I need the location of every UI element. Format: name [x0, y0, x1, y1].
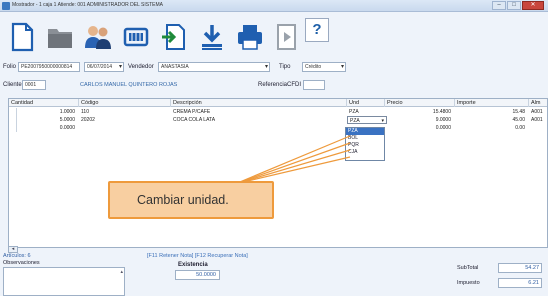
cell-und[interactable]: PZA	[347, 108, 383, 116]
cell-alm[interactable]	[529, 124, 547, 132]
tipo-label: Tipo	[279, 64, 291, 70]
cell-precio[interactable]: 15.4800	[385, 108, 453, 116]
vendedor-label: Vendedor	[128, 64, 154, 70]
cell-descripcion[interactable]	[171, 124, 345, 132]
grid-header: Cantidad Código Descripción Und Precio I…	[9, 99, 547, 107]
app-icon	[2, 2, 10, 10]
unit-option[interactable]: CJA	[346, 149, 384, 156]
cell-cantidad[interactable]: 1.0000	[17, 108, 77, 116]
printer-icon	[238, 25, 262, 50]
cell-codigo[interactable]: 20202	[79, 116, 169, 124]
referencia-input[interactable]	[303, 80, 325, 90]
table-row[interactable]: 0.0000 0.0000 0.00	[9, 124, 547, 132]
window-controls: – □ ✕	[492, 1, 544, 10]
import-icon	[162, 24, 185, 50]
cliente-input[interactable]: 0001	[22, 80, 46, 90]
import-button[interactable]	[158, 22, 190, 52]
cell-codigo[interactable]	[79, 124, 169, 132]
articles-count: Artículos: 6	[3, 253, 31, 259]
table-row[interactable]: 5.0000 20202 COCA COLA LATA PZA ▾ 9.0000…	[9, 116, 547, 124]
cell-cantidad[interactable]: 5.0000	[17, 116, 77, 124]
cell-importe[interactable]: 15.48	[455, 108, 527, 116]
vendedor-select[interactable]: ANASTASIA	[158, 62, 270, 72]
maximize-button[interactable]: □	[507, 1, 521, 10]
date-picker[interactable]: 06/07/2014	[84, 62, 124, 72]
window-title: Mostrador - 1 caja 1 Atiende: 001 ADMINI…	[12, 2, 163, 8]
toolbar: ?	[0, 12, 548, 58]
observaciones-textarea[interactable]	[3, 267, 125, 296]
cell-precio[interactable]: 0.0000	[385, 124, 453, 132]
download-button[interactable]	[196, 22, 228, 52]
people-icon	[85, 26, 111, 49]
col-descripcion[interactable]: Descripción	[171, 99, 347, 107]
items-grid: Cantidad Código Descripción Und Precio I…	[8, 98, 548, 248]
cliente-label: Cliente	[3, 82, 22, 88]
cell-cantidad[interactable]: 0.0000	[17, 124, 77, 132]
existencia-value: 50.0000	[175, 270, 220, 280]
unit-option[interactable]: PZA	[346, 128, 384, 135]
minimize-button[interactable]: –	[492, 1, 506, 10]
print-button[interactable]	[234, 22, 266, 52]
folder-button[interactable]	[44, 22, 76, 52]
header-form: Folio PE2007950000000814 06/07/2014 Vend…	[0, 58, 548, 98]
cell-alm[interactable]: A001	[529, 116, 547, 124]
tooltip-callout: Cambiar unidad.	[108, 181, 274, 219]
subtotal-label: SubTotal	[457, 265, 479, 271]
cell-codigo[interactable]: 110	[79, 108, 169, 116]
scroll-left-button[interactable]: ◂	[8, 246, 18, 253]
impuesto-label: Impuesto	[457, 280, 480, 286]
row-marker	[9, 108, 17, 116]
cell-descripcion[interactable]: COCA COLA LATA	[171, 116, 345, 124]
exit-icon	[277, 24, 296, 50]
chevron-down-icon: ▾	[381, 118, 384, 124]
download-icon	[202, 25, 222, 50]
title-bar: Mostrador - 1 caja 1 Atiende: 001 ADMINI…	[0, 0, 548, 12]
close-button[interactable]: ✕	[522, 1, 544, 10]
subtotal-value: 54.27	[498, 263, 542, 273]
unit-dropdown-list: PZA BOL PQR CJA	[345, 127, 385, 161]
new-document-button[interactable]	[6, 22, 38, 52]
help-button[interactable]: ?	[305, 18, 329, 42]
exit-button[interactable]	[272, 22, 304, 52]
cell-importe[interactable]: 45.00	[455, 116, 527, 124]
table-row[interactable]: 1.0000 110 CREMA P/CAFE PZA 15.4800 15.4…	[9, 108, 547, 116]
col-precio[interactable]: Precio	[385, 99, 455, 107]
unit-option[interactable]: PQR	[346, 142, 384, 149]
cell-precio[interactable]: 9.0000	[385, 116, 453, 124]
row-marker	[9, 116, 17, 124]
unit-select[interactable]: PZA ▾	[347, 116, 387, 124]
row-marker	[9, 124, 17, 132]
referencia-label: ReferenciaCFDI	[258, 82, 302, 88]
observaciones-label: Observaciones	[3, 260, 40, 266]
col-alm[interactable]: Alm	[529, 99, 547, 107]
customer-name: CARLOS MANUEL QUINTERO ROJAS	[80, 82, 178, 88]
folio-label: Folio	[3, 64, 17, 70]
customers-button[interactable]	[82, 22, 114, 52]
notes-shortcuts[interactable]: [F11 Retener Nota] [F12 Recuperar Nota]	[147, 253, 248, 259]
cell-importe[interactable]: 0.00	[455, 124, 527, 132]
folder-icon	[48, 29, 72, 48]
impuesto-value: 6.21	[498, 278, 542, 288]
document-icon	[11, 22, 34, 52]
col-codigo[interactable]: Código	[79, 99, 171, 107]
col-importe[interactable]: Importe	[455, 99, 529, 107]
card-icon	[123, 27, 149, 47]
existencia-label: Existencia	[178, 262, 208, 268]
cell-descripcion[interactable]: CREMA P/CAFE	[171, 108, 345, 116]
card-button[interactable]	[120, 22, 152, 52]
unit-option[interactable]: BOL	[346, 135, 384, 142]
tipo-select[interactable]: Crédito	[302, 62, 346, 72]
col-cantidad[interactable]: Cantidad	[9, 99, 79, 107]
col-und[interactable]: Und	[347, 99, 385, 107]
footer-panel: Artículos: 6 Observaciones [F11 Retener …	[0, 253, 548, 296]
folio-input[interactable]: PE2007950000000814	[18, 62, 80, 72]
cell-alm[interactable]: A001	[529, 108, 547, 116]
